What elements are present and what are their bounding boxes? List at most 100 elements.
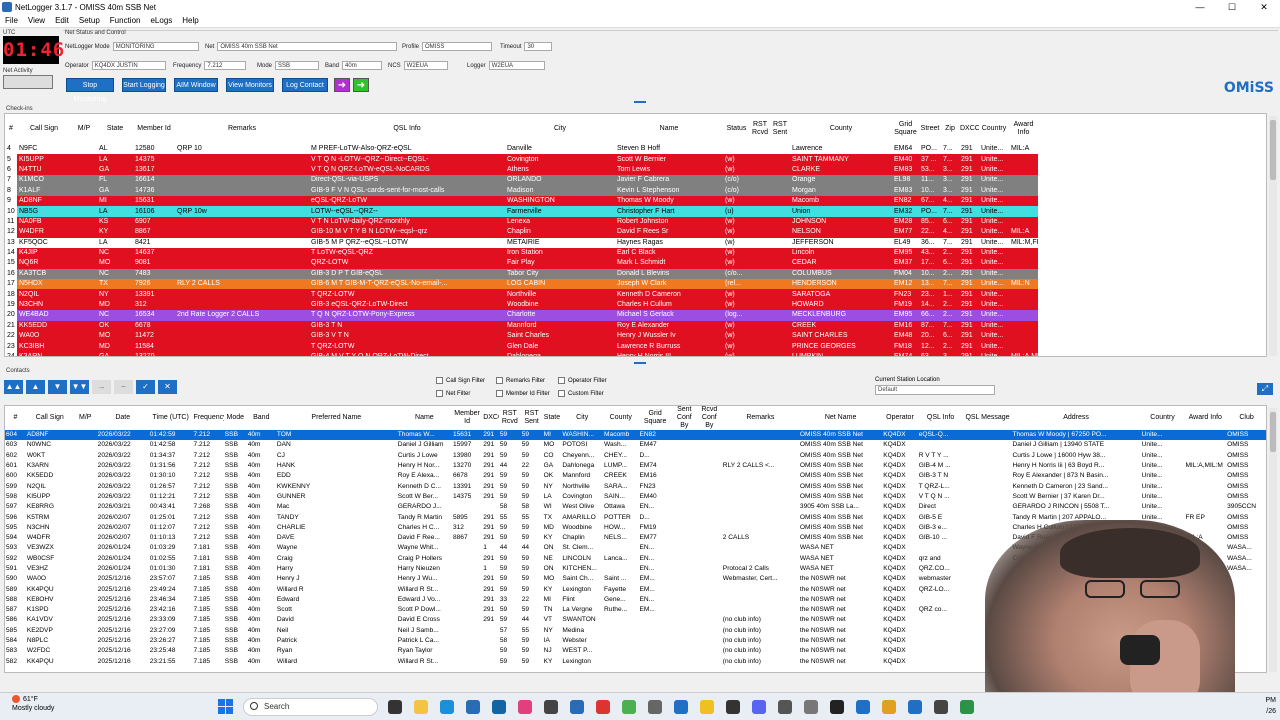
checkin-row[interactable]: 9 AD8NF MI 15631 eQSL-QRZ-LoTW WASHINGTON Thom… xyxy=(5,195,1038,207)
app-icon-17[interactable] xyxy=(804,700,818,714)
contacts-header-remarks[interactable]: Remarks xyxy=(721,406,799,430)
move-top-icon[interactable]: ▲▲ xyxy=(4,380,23,394)
checkin-row[interactable]: 12 W4DFR KY 8867 GIB-10 M V T Y B N LOTW--eq… xyxy=(5,227,1038,238)
checkin-row[interactable]: 18 N2QIL NY 13391 T QRZ-LOTW Northville Kennet… xyxy=(5,289,1038,300)
minimize-button[interactable]: — xyxy=(1184,2,1216,13)
contacts-header-qsl-message[interactable]: QSL Message xyxy=(963,406,1012,430)
move-up-icon[interactable]: ▲ xyxy=(26,380,45,394)
operator-value[interactable]: KQ4DX JUSTIN xyxy=(91,61,166,70)
net-select[interactable]: OMISS 40m SSB Net xyxy=(217,42,398,51)
system-clock[interactable]: PM /26 xyxy=(1266,695,1277,717)
net-filter-checkbox[interactable] xyxy=(436,390,443,397)
contacts-header-preferred-name[interactable]: Preferred Name xyxy=(275,406,397,430)
contacts-header-club[interactable]: Club xyxy=(1226,406,1266,430)
contacts-header-rst-sent[interactable]: RST Sent xyxy=(520,406,543,430)
contacts-header-grid-square[interactable]: Grid Square xyxy=(638,406,672,430)
hd-icon[interactable] xyxy=(830,700,844,714)
check-icon[interactable]: ✓ xyxy=(136,380,155,394)
checkin-row[interactable]: 5 KI5UPP LA 14375 V T Q N -LOTW--QRZ--Direct… xyxy=(5,154,1038,165)
checkins-scroll-thumb[interactable] xyxy=(1270,120,1276,180)
menu-setup[interactable]: Setup xyxy=(74,16,105,25)
remarks-filter[interactable]: Remarks Filter xyxy=(496,377,545,384)
app-icon-22[interactable] xyxy=(934,700,948,714)
call-sign-filter-checkbox[interactable] xyxy=(436,377,443,384)
menu-elogs[interactable]: eLogs xyxy=(145,16,177,25)
checkin-row[interactable]: 11 NA0FB KS 6907 V T N LoTW-daily-QRZ-monthl… xyxy=(5,216,1038,228)
app-icon-8[interactable] xyxy=(570,700,584,714)
contacts-header-member-id[interactable]: Member Id xyxy=(451,406,483,430)
contact-row[interactable]: 602 W0KT 2026/03/22 01:34:37 7.212 SSB 40m CJ Cu… xyxy=(5,451,1266,461)
checkins-header-grid-square[interactable]: Grid Square xyxy=(892,114,919,144)
discord-icon[interactable] xyxy=(752,700,766,714)
remove-icon[interactable]: − xyxy=(114,380,133,394)
contacts-header-name[interactable]: Name xyxy=(396,406,452,430)
menu-function[interactable]: Function xyxy=(105,16,146,25)
ncs-value[interactable]: W2EUA xyxy=(403,61,448,70)
checkin-row[interactable]: 7 K1MCO FL 16614 Direct-QSL-via-USPS ORLANDO J… xyxy=(5,175,1038,186)
contacts-header-call-sign[interactable]: Call Sign xyxy=(25,406,74,430)
operator-filter-checkbox[interactable] xyxy=(558,377,565,384)
splitter-top[interactable] xyxy=(634,101,646,103)
app-icon-5[interactable] xyxy=(492,700,506,714)
arrow-purple-icon[interactable]: ➜ xyxy=(334,78,350,92)
app-icon-20[interactable] xyxy=(882,700,896,714)
checkin-row[interactable]: 23 KC3IBH MD 11584 T QRZ-LOTW Glen Dale Lawren… xyxy=(5,341,1038,352)
task-view-icon[interactable] xyxy=(388,700,402,714)
contacts-header-time-utc[interactable]: Time (UTC) xyxy=(148,406,193,430)
contacts-header-date[interactable]: Date xyxy=(96,406,149,430)
menu-help[interactable]: Help xyxy=(177,16,203,25)
contacts-header-country[interactable]: Country xyxy=(1140,406,1185,430)
checkins-header-street[interactable]: Street xyxy=(919,114,941,144)
checkins-header-city[interactable]: City xyxy=(505,114,615,144)
app-icon-16[interactable] xyxy=(778,700,792,714)
checkins-header-dxcc[interactable]: DXCC xyxy=(959,114,979,144)
member-id-filter[interactable]: Member Id Filter xyxy=(496,390,550,397)
contact-row[interactable]: 600 KK5EDD 2026/03/22 01:30:10 7.212 SSB 40m ED… xyxy=(5,471,1266,481)
checkins-header-status[interactable]: Status xyxy=(723,114,750,144)
view-monitors-button[interactable]: View Monitors xyxy=(226,78,274,92)
checkin-row[interactable]: 24 K3ARN GA 13270 GIB-4 M V T Y Q N QRZ-LoTW… xyxy=(5,351,1038,356)
timeout-value[interactable]: 30 xyxy=(524,42,553,51)
checkins-header-qsl-info[interactable]: QSL Info xyxy=(309,114,505,144)
mode-value[interactable]: MONITORING xyxy=(112,42,199,51)
store-icon[interactable] xyxy=(466,700,480,714)
contact-row[interactable]: 601 K3ARN 2026/03/22 01:31:56 7.212 SSB 40m HAN… xyxy=(5,461,1266,471)
app-icon-13[interactable] xyxy=(700,700,714,714)
checkin-row[interactable]: 6 N4TTU GA 13617 V T Q N QRZ-LoTW-eQSL-NoCAR… xyxy=(5,164,1038,176)
app-icon-10[interactable] xyxy=(622,700,636,714)
contacts-header-sent-conf-by[interactable]: Sent Conf By xyxy=(671,406,697,430)
contacts-header-address[interactable]: Address xyxy=(1011,406,1141,430)
taskbar-search[interactable]: Search xyxy=(243,698,378,716)
logger-value[interactable]: W2EUA xyxy=(488,61,545,70)
move-right-icon[interactable]: → xyxy=(92,380,111,394)
band-select[interactable]: 40m xyxy=(342,61,383,70)
call-sign-filter[interactable]: Call Sign Filter xyxy=(436,377,485,384)
operator-filter[interactable]: Operator Filter xyxy=(558,377,607,384)
windows-start-icon[interactable] xyxy=(218,699,234,715)
checkins-header-call-sign[interactable]: Call Sign xyxy=(17,114,71,144)
checkin-row[interactable]: 19 N3CHN MD 312 GIB-3 eQSL-QRZ-LoTW-Direct Wo… xyxy=(5,299,1038,311)
move-bottom-icon[interactable]: ▼▼ xyxy=(70,380,89,394)
app-icon-14[interactable] xyxy=(726,700,740,714)
frequency-value[interactable]: 7.212 xyxy=(204,61,247,70)
member-id-filter-checkbox[interactable] xyxy=(496,390,503,397)
move-down-icon[interactable]: ▼ xyxy=(48,380,67,394)
contacts-scrollbar[interactable] xyxy=(1269,408,1277,672)
app-icon-12[interactable] xyxy=(674,700,688,714)
log-contact-button[interactable]: Log Contact xyxy=(282,78,328,92)
station-location-select[interactable]: Default xyxy=(875,385,995,395)
checkin-row[interactable]: 22 WA0O MO 11472 GIB-3 V T N Saint Charles Hen… xyxy=(5,331,1038,342)
contacts-header-state[interactable]: State xyxy=(542,406,562,430)
net-filter[interactable]: Net Filter xyxy=(436,390,470,397)
checkin-row[interactable]: 21 KK5EDD OK 6678 GIB-3 T N Mannford Roy E Ale… xyxy=(5,320,1038,332)
maximize-button[interactable]: ☐ xyxy=(1216,2,1248,13)
contact-row[interactable]: 597 KE8RRG 2026/03/21 00:43:41 7.268 SSB 40m Ma… xyxy=(5,502,1266,512)
contact-row[interactable]: 603 N0WNC 2026/03/22 01:42:58 7.212 SSB 40m DAN… xyxy=(5,440,1266,450)
checkin-row[interactable]: 17 N5HDX TX 7926 RLY 2 CALLS GIB-6 M T GIB-M-… xyxy=(5,279,1038,290)
checkins-header-member-id[interactable]: Member Id xyxy=(133,114,175,144)
edge-icon[interactable] xyxy=(440,700,454,714)
checkins-header-country[interactable]: Country xyxy=(979,114,1009,144)
contacts-header-net-name[interactable]: Net Name xyxy=(798,406,883,430)
checkins-header-county[interactable]: County xyxy=(790,114,892,144)
checkin-row[interactable]: 20 WE4BAD NC 16534 2nd Rate Logger 2 CALLS T … xyxy=(5,310,1038,321)
